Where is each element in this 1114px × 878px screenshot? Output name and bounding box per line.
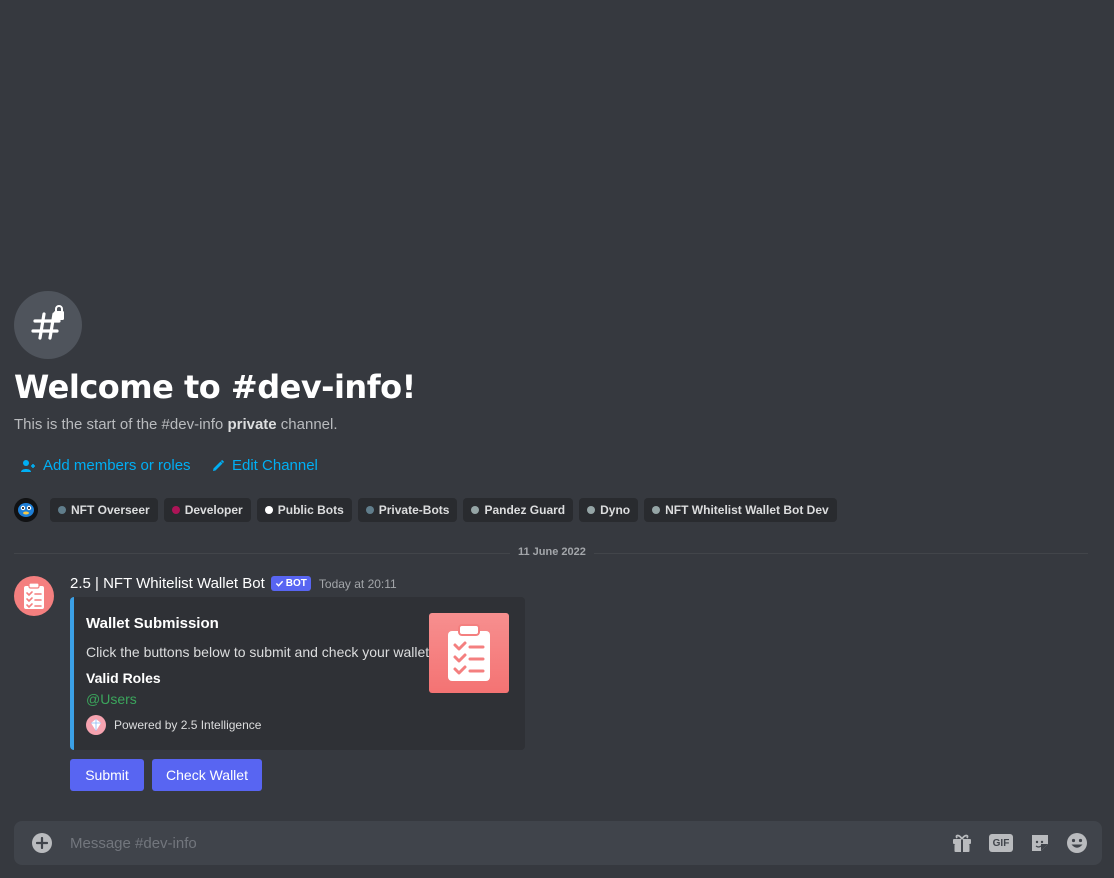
member-avatar[interactable] (14, 498, 38, 522)
role-pill[interactable]: Developer (163, 498, 251, 522)
bot-tag-label: BOT (285, 578, 307, 589)
role-label: Private-Bots (378, 503, 450, 517)
role-pill[interactable]: Dyno (579, 498, 639, 522)
clipboard-checklist-icon (448, 624, 490, 681)
channel-roles-row: NFT Overseer Developer Public Bots Priva… (14, 498, 837, 522)
message-embed: Wallet Submission Click the buttons belo… (70, 597, 525, 750)
subtitle-prefix: This is the start of the #dev-info (14, 416, 228, 433)
subtitle-suffix: channel. (276, 416, 338, 433)
pencil-icon (213, 459, 225, 471)
role-label: Pandez Guard (484, 503, 566, 517)
gift-button[interactable] (950, 831, 974, 855)
edit-channel-button[interactable]: Edit Channel (211, 457, 318, 474)
plus-icon (36, 837, 48, 849)
role-color-dot (171, 506, 180, 514)
date-divider-label: 11 June 2022 (510, 546, 594, 558)
gif-label: GIF (992, 837, 1010, 849)
subtitle-private: private (227, 416, 277, 433)
upload-button[interactable] (32, 833, 52, 853)
role-color-dot (58, 506, 66, 514)
role-label: Public Bots (277, 503, 344, 517)
role-color-dot (471, 506, 480, 514)
add-members-label: Add members or roles (43, 457, 191, 474)
embed-description: Click the buttons below to submit and ch… (86, 644, 434, 660)
bot-avatar[interactable] (14, 576, 54, 616)
role-label: Developer (184, 503, 243, 517)
role-color-dot (652, 506, 661, 514)
role-label: NFT Overseer (71, 503, 150, 517)
clipboard-icon (24, 582, 44, 609)
emoji-button[interactable] (1065, 831, 1089, 855)
add-people-icon (21, 459, 35, 472)
message-composer: GIF (14, 821, 1102, 865)
role-label: NFT Whitelist Wallet Bot Dev (665, 503, 829, 517)
message-input[interactable] (70, 821, 930, 865)
role-pill[interactable]: Pandez Guard (463, 498, 574, 522)
verified-check-icon (275, 580, 283, 587)
footer-logo-icon (86, 715, 106, 735)
message-author[interactable]: 2.5 | NFT Whitelist Wallet Bot (70, 575, 265, 592)
emoji-icon (1067, 833, 1087, 853)
role-pill[interactable]: Public Bots (256, 498, 352, 522)
check-wallet-button[interactable]: Check Wallet (152, 759, 262, 791)
role-pill[interactable]: Private-Bots (357, 498, 458, 522)
embed-field-name: Valid Roles (86, 670, 161, 686)
sticker-icon (1032, 835, 1048, 851)
role-label: Dyno (600, 503, 631, 517)
message-timestamp: Today at 20:11 (318, 576, 397, 591)
submit-button[interactable]: Submit (70, 759, 144, 791)
gift-icon (953, 834, 971, 852)
role-pill[interactable]: NFT Whitelist Wallet Bot Dev (644, 498, 837, 522)
role-mention[interactable]: @Users (86, 691, 137, 707)
embed-thumbnail[interactable] (429, 613, 509, 693)
welcome-title: Welcome to #dev-info! (14, 368, 416, 406)
embed-footer: Powered by 2.5 Intelligence (86, 715, 261, 735)
embed-footer-text: Powered by 2.5 Intelligence (114, 718, 262, 732)
message-header: 2.5 | NFT Whitelist Wallet Bot BOT Today… (70, 575, 397, 592)
edit-channel-label: Edit Channel (232, 457, 318, 474)
embed-title: Wallet Submission (86, 615, 219, 632)
sticker-button[interactable] (1028, 831, 1052, 855)
add-members-button[interactable]: Add members or roles (20, 457, 191, 474)
role-color-dot (264, 506, 273, 514)
role-color-dot (365, 506, 374, 514)
welcome-subtitle: This is the start of the #dev-info priva… (14, 416, 338, 433)
role-color-dot (587, 506, 596, 514)
gif-icon: GIF (989, 834, 1013, 852)
gif-button[interactable]: GIF (988, 831, 1014, 855)
penguin-avatar-icon (14, 498, 38, 522)
bot-tag: BOT (270, 576, 311, 591)
role-pill[interactable]: NFT Overseer (50, 498, 158, 522)
hashtag-lock-icon (31, 305, 64, 340)
channel-icon (14, 291, 82, 359)
